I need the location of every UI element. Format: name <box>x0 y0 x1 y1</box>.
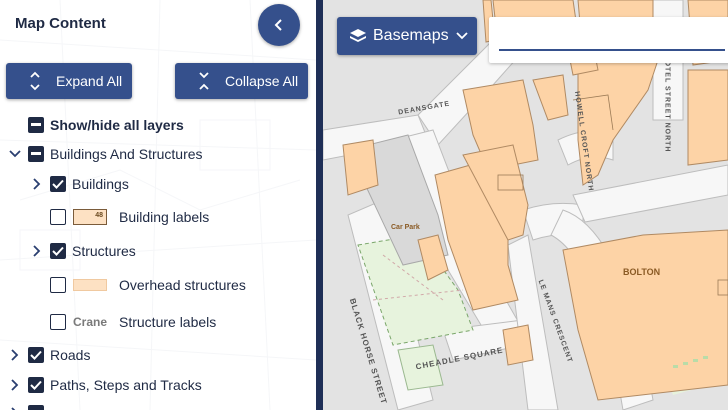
roads-checkbox[interactable] <box>28 347 44 363</box>
chevron-down-icon <box>455 32 468 40</box>
map-content-panel: Map Content Expand All Collapse All Show… <box>0 0 316 410</box>
buildings-checkbox[interactable] <box>50 176 66 192</box>
expand-arrows-icon <box>22 71 48 91</box>
layer-show-hide-all: Show/hide all layers <box>28 114 184 136</box>
structures-label: Structures <box>72 243 136 259</box>
structures-checkbox[interactable] <box>50 243 66 259</box>
building-label-swatch: 48 <box>73 209 107 225</box>
collapse-arrows-icon <box>191 71 217 91</box>
building-labels-label: Building labels <box>119 209 210 225</box>
street-hotel-street-north: HOTEL STREET NORTH <box>663 54 671 153</box>
chevron-right-icon[interactable] <box>8 378 22 392</box>
chevron-right-icon[interactable] <box>8 406 22 410</box>
show-hide-all-checkbox[interactable] <box>28 117 44 133</box>
building-label-swatch-text: 48 <box>95 212 103 219</box>
chevron-right-icon[interactable] <box>8 348 22 362</box>
collapse-all-label: Collapse All <box>225 73 299 89</box>
panel-divider[interactable] <box>316 0 323 410</box>
structure-labels-checkbox[interactable] <box>50 314 66 330</box>
expand-all-label: Expand All <box>56 73 123 89</box>
layer-structure-labels: Crane Structure labels <box>50 311 216 333</box>
layer-overhead-structures: Overhead structures <box>50 274 246 296</box>
basemaps-label: Basemaps <box>373 27 449 44</box>
layer-paths-steps-tracks: Paths, Steps and Tracks <box>8 374 202 396</box>
layer-buildings: Buildings <box>30 173 129 195</box>
panel-title: Map Content <box>15 15 106 32</box>
show-hide-all-label: Show/hide all layers <box>50 117 184 133</box>
expand-all-button[interactable]: Expand All <box>6 63 132 99</box>
layer-structures: Structures <box>30 240 136 262</box>
buildings-label: Buildings <box>72 176 129 192</box>
collapse-panel-button[interactable] <box>258 4 300 46</box>
layer-next-partial <box>8 402 44 410</box>
paths-label: Paths, Steps and Tracks <box>50 377 202 393</box>
map-search-box <box>489 17 728 63</box>
structure-label-sample: Crane <box>73 315 108 329</box>
chevron-right-icon[interactable] <box>30 177 44 191</box>
layer-buildings-and-structures: Buildings And Structures <box>8 143 203 165</box>
next-layer-checkbox[interactable] <box>28 405 44 410</box>
layer-building-labels: 48 Building labels <box>50 206 209 228</box>
building-labels-checkbox[interactable] <box>50 209 66 225</box>
paths-checkbox[interactable] <box>28 377 44 393</box>
collapse-all-button[interactable]: Collapse All <box>175 63 308 99</box>
layers-icon <box>349 28 367 44</box>
map-search-input[interactable] <box>499 27 725 51</box>
map-label-car-park: Car Park <box>391 224 420 231</box>
basemaps-button[interactable]: Basemaps <box>337 17 477 55</box>
chevron-left-icon <box>274 19 282 31</box>
map-label-bolton: BOLTON <box>623 267 661 277</box>
overhead-structures-label: Overhead structures <box>119 277 246 293</box>
structure-labels-label: Structure labels <box>119 314 217 330</box>
layer-roads: Roads <box>8 344 90 366</box>
buildings-and-structures-checkbox[interactable] <box>28 146 44 162</box>
overhead-structures-checkbox[interactable] <box>50 277 66 293</box>
chevron-right-icon[interactable] <box>30 244 44 258</box>
overhead-structures-swatch <box>73 279 107 291</box>
chevron-down-icon[interactable] <box>8 147 22 161</box>
buildings-and-structures-label: Buildings And Structures <box>50 146 203 162</box>
roads-label: Roads <box>50 347 91 363</box>
